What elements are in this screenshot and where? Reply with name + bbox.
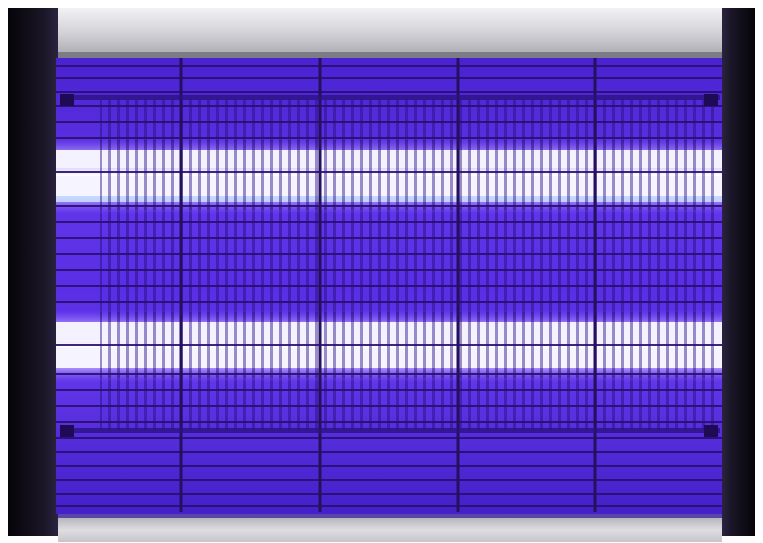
housing-right bbox=[722, 8, 755, 536]
rail-clip-bottom-right bbox=[704, 425, 718, 437]
housing-left bbox=[8, 8, 58, 536]
rail-clip-bottom-left bbox=[60, 425, 74, 437]
insect-zapper-photo bbox=[0, 0, 763, 543]
rail-clip-top-left bbox=[60, 94, 74, 106]
housing-top-bar bbox=[58, 8, 722, 58]
housing-bottom-bar bbox=[58, 512, 722, 542]
rail-clip-top-right bbox=[704, 94, 718, 106]
uv-chamber bbox=[56, 58, 722, 514]
